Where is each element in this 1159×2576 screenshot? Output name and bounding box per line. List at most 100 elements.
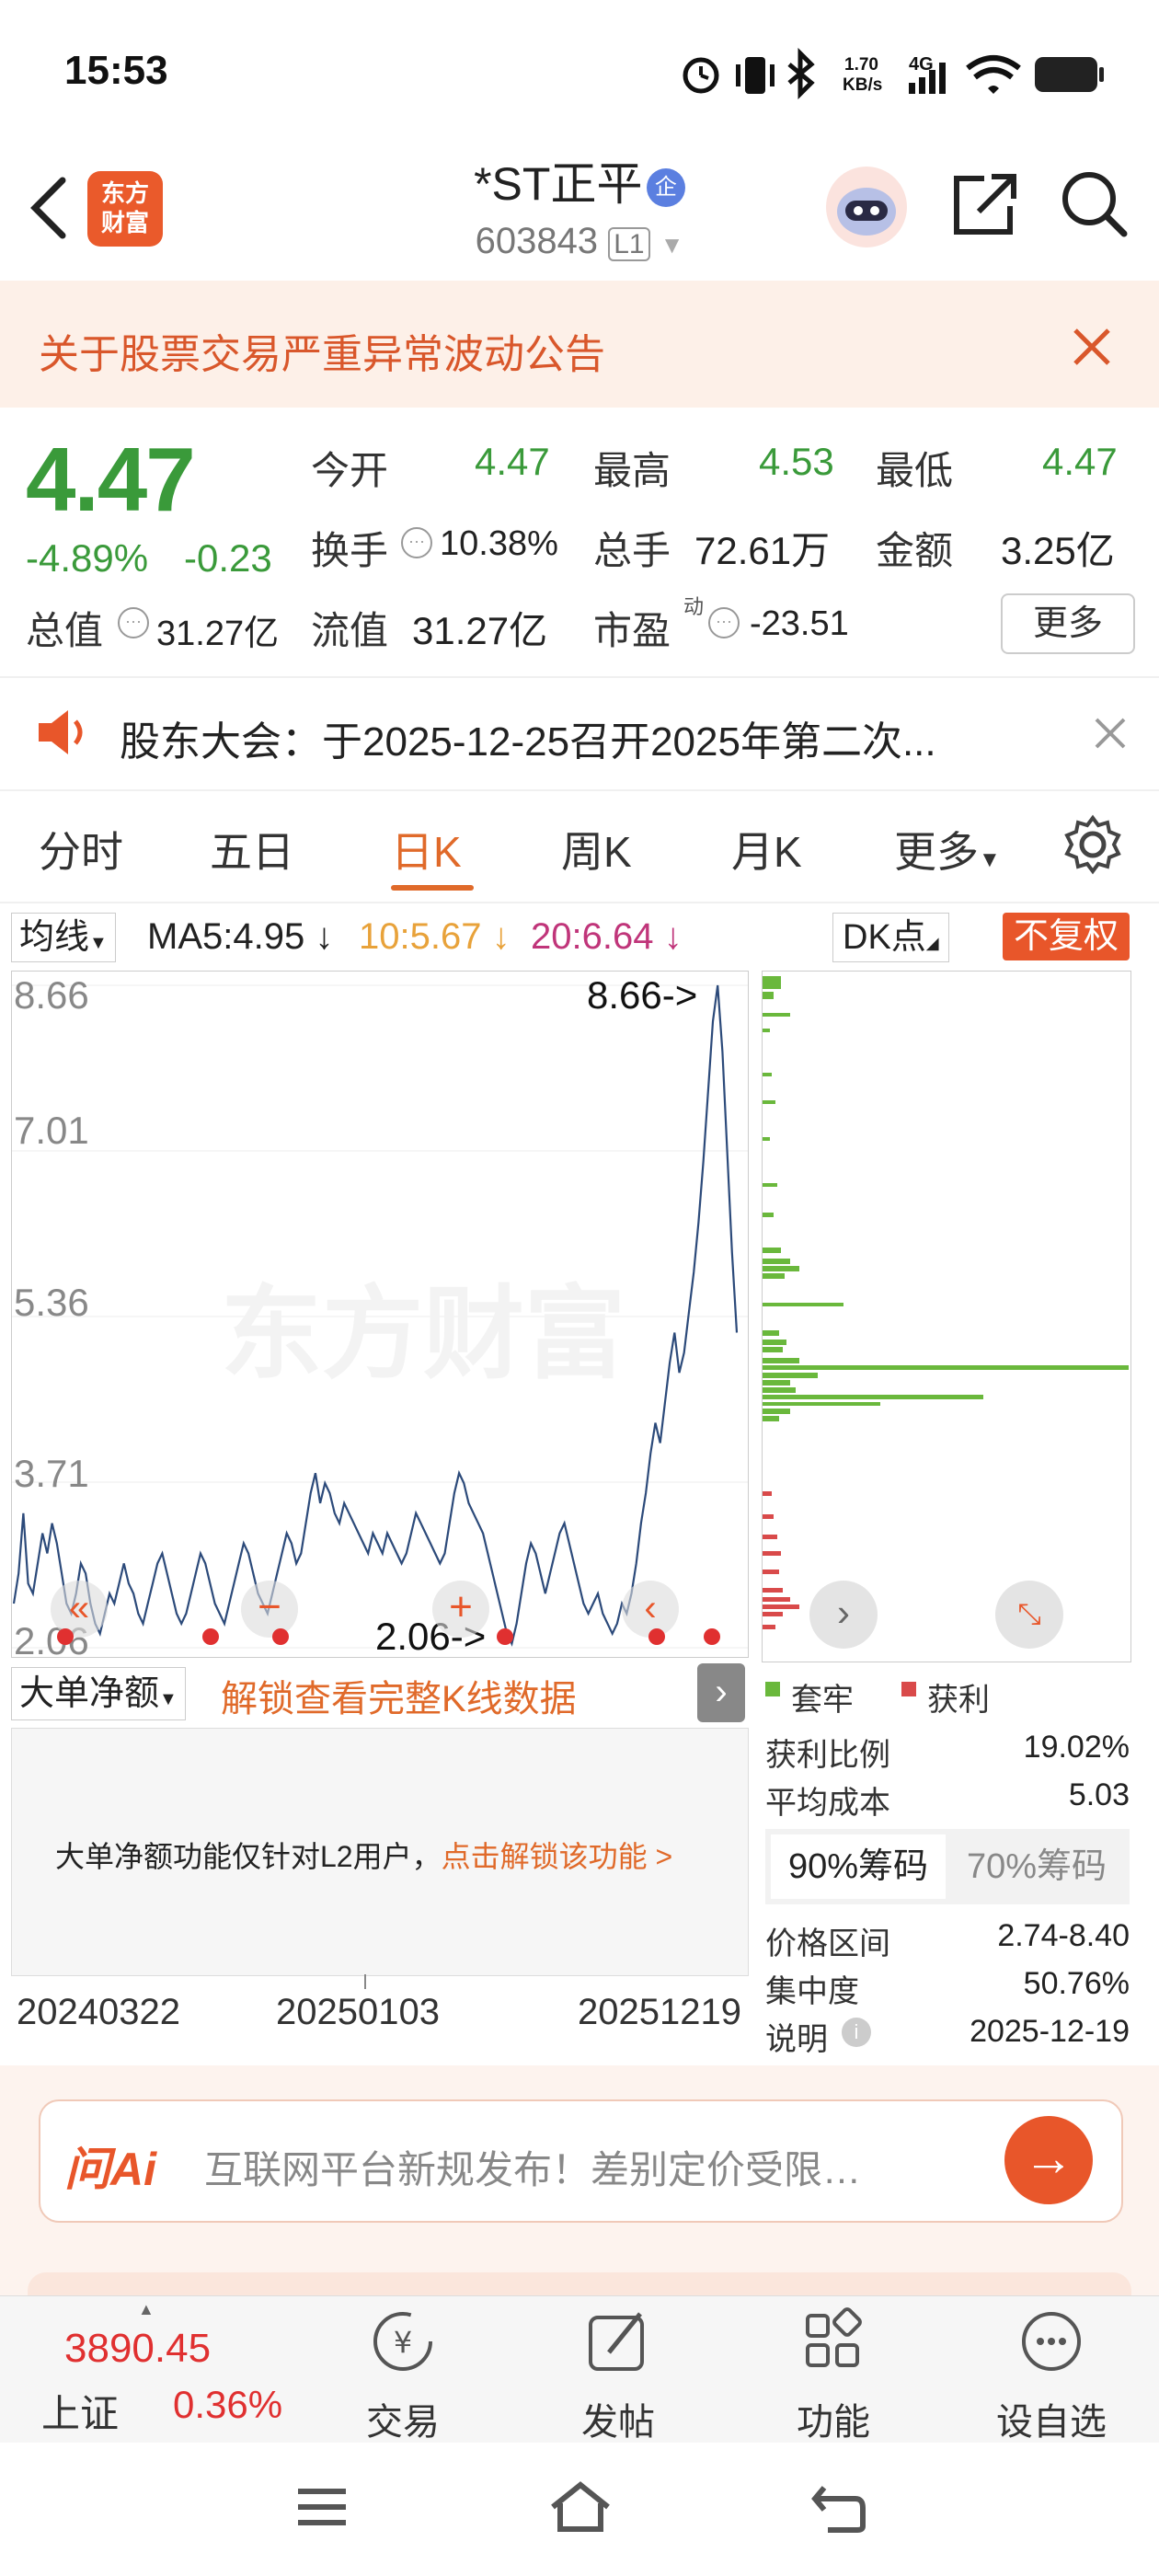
tab-more[interactable]: 更多▼ [894,819,1001,880]
search-icon[interactable] [1058,167,1131,241]
ai-prompt-text[interactable]: 互联网平台新规发布！差别定价受限… [204,2139,861,2195]
info-icon[interactable]: ··· [708,607,740,638]
nav-post[interactable]: 发帖 [554,2392,683,2445]
float-label: 流值 [311,609,389,652]
more-button[interactable]: 更多 [1001,593,1135,654]
back-nav-icon[interactable] [809,2482,868,2534]
x-tick: 20251219 [578,1992,741,2032]
tab-90-chips[interactable]: 90%筹码 [771,1834,946,1899]
indicator-select[interactable]: 大单净额▼ [11,1667,186,1720]
nav-add-watchlist[interactable]: 设自选 [987,2392,1116,2445]
gear-icon[interactable] [1062,814,1123,875]
index-name[interactable]: 上证 [41,2383,119,2439]
info-icon[interactable]: i [842,2018,871,2047]
notice-banner[interactable]: 关于股票交易严重异常波动公告 [0,281,1159,408]
robot-assistant-icon[interactable] [823,164,911,251]
trapped-bars [763,976,1129,1421]
battery-icon [1035,57,1104,92]
open-value: 4.47 [475,440,550,483]
zoom-out-button[interactable]: − [241,1581,298,1638]
arrow-right-icon[interactable]: → [1004,2116,1093,2204]
share-icon[interactable] [947,167,1021,241]
profit-bars [763,1491,799,1629]
trapped-swatch [765,1682,780,1696]
divider [0,676,1159,678]
profit-ratio-value: 19.02% [1023,1730,1130,1765]
low-value: 4.47 [1042,440,1118,483]
tab-70-chips[interactable]: 70%筹码 [949,1834,1124,1899]
y-tick: 5.36 [14,1281,89,1324]
rewind-button[interactable]: « [51,1581,108,1638]
info-icon[interactable]: ··· [118,607,149,638]
unlock-kline-link[interactable]: 解锁查看完整K线数据 [221,1669,577,1722]
dropdown-icon: ▼ [89,933,108,953]
x-tick-mark [364,1974,366,1989]
prev-button[interactable]: ‹ [622,1581,679,1638]
tab-more-label: 更多 [894,828,979,876]
signal-dot [272,1628,289,1645]
volume-value: 72.61万 [694,529,831,572]
signal-dot [57,1628,74,1645]
signal-dot [497,1628,513,1645]
function-grid-icon[interactable] [797,2305,870,2378]
profit-ratio-label: 获利比例 [765,1738,890,1773]
tab-monthly-k[interactable]: 月K [731,819,802,880]
menu-icon[interactable] [294,2484,350,2530]
chevron-right-icon[interactable]: › [809,1581,878,1649]
close-icon[interactable] [1093,716,1128,751]
index-change[interactable]: 0.36% [173,2383,282,2427]
ma-select[interactable]: 均线▼ [11,913,116,962]
price-range-value: 2.74-8.40 [997,1918,1130,1953]
chevron-right-icon[interactable]: › [697,1663,745,1722]
volume-label: 总手 [593,529,671,572]
trade-icon[interactable]: ¥ [366,2305,440,2378]
signal-dot [704,1628,720,1645]
expand-icon[interactable]: ⤡ [995,1581,1063,1649]
pe-value: -23.51 [750,604,849,643]
dk-select[interactable]: DK点◢ [832,913,949,962]
adjust-button[interactable]: 不复权 [1003,913,1130,960]
l2-unlock-link[interactable]: 点击解锁该功能 > [442,1840,673,1873]
active-tab-indicator [391,885,474,891]
high-value: 4.53 [759,440,834,483]
dropdown-icon: ◢ [925,934,939,952]
enterprise-badge: 企 [646,168,685,207]
ai-logo: 问Ai [64,2144,156,2195]
more-options-icon[interactable] [1015,2305,1088,2378]
ma10-value: 10:5.67 ↓ [359,916,511,957]
home-icon[interactable] [547,2479,614,2535]
price-range-label: 价格区间 [765,1926,890,1961]
tab-weekly-k[interactable]: 周K [561,819,632,880]
index-value[interactable]: 3890.45 [64,2326,211,2372]
watermark: 东方财富 [221,1278,625,1391]
bluetooth-icon [787,48,815,99]
nav-function[interactable]: 功能 [769,2392,898,2445]
note-date: 2025-12-19 [970,2014,1130,2049]
tab-five-day[interactable]: 五日 [210,819,294,880]
chip-bars [763,976,1129,1629]
turnover-label: 换手 [311,529,389,572]
announcement-text[interactable]: 股东大会：于2025-12-25召开2025年第二次... [120,708,936,767]
tab-intraday[interactable]: 分时 [39,819,123,880]
pe-label: 市盈 [593,609,671,652]
dropdown-icon: ▼ [660,231,684,259]
amount-value: 3.25亿 [1001,529,1115,572]
vibrate-icon [736,57,775,94]
close-icon[interactable] [1072,327,1112,367]
tab-daily-k[interactable]: 日K [391,819,462,880]
level-badge: L1 [608,227,650,261]
dropdown-icon: ▼ [159,1689,178,1709]
chip-distribution[interactable] [762,971,1131,1662]
change-pct: -4.89% [26,536,149,580]
max-label: 8.66-> [587,973,698,1017]
legend-trapped: 套牢 [791,1683,854,1718]
post-icon[interactable] [581,2305,655,2378]
amount-label: 金额 [876,529,954,572]
nav-trade[interactable]: 交易 [339,2392,467,2445]
notice-text[interactable]: 关于股票交易严重异常波动公告 [39,321,605,380]
mktcap-value: 31.27亿 [156,615,280,653]
info-icon[interactable]: ··· [401,527,432,558]
alarm-icon [683,57,719,94]
signal-dot [202,1628,219,1645]
zoom-in-button[interactable]: + [432,1581,489,1638]
